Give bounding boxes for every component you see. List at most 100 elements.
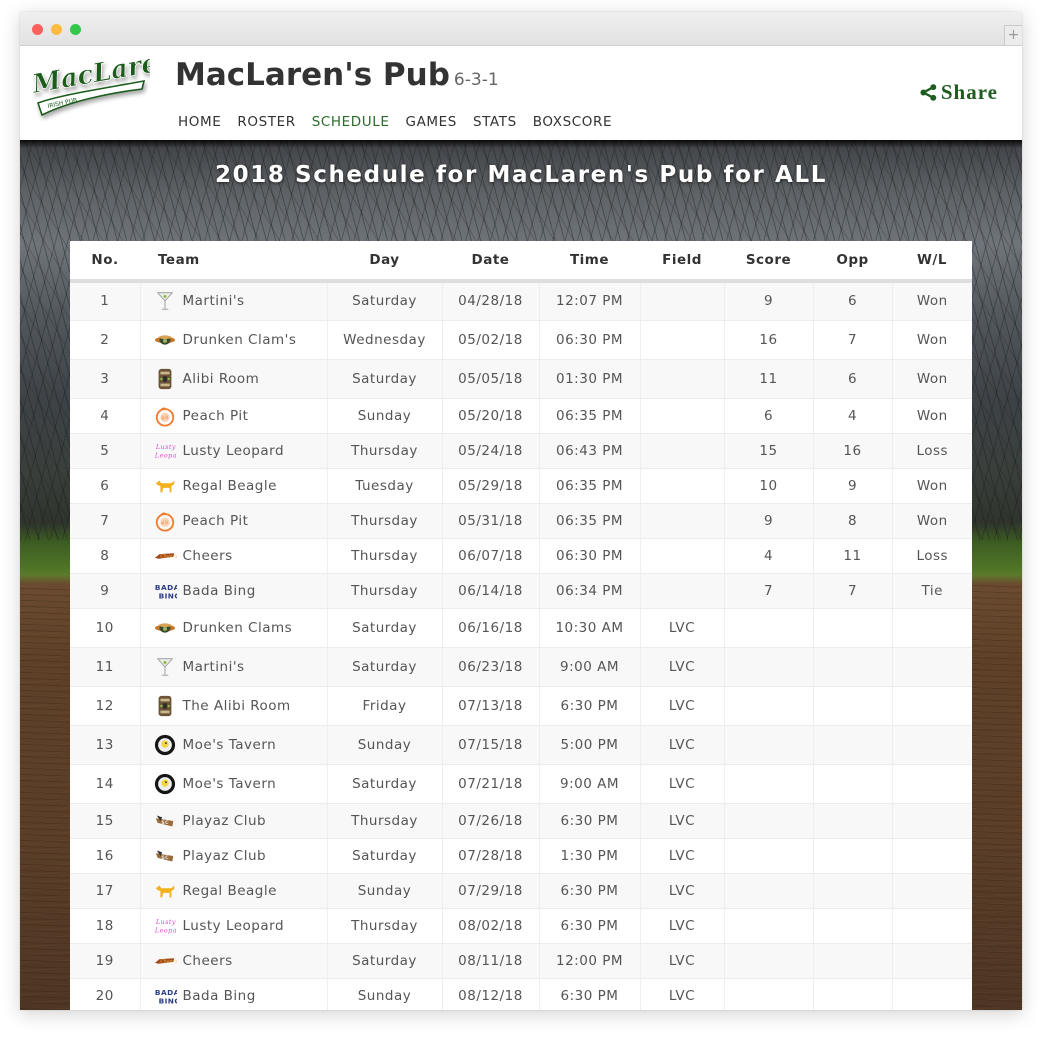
- table-row[interactable]: 13 Moe's Tavern Sunday 07/15/18 5:00 PM …: [70, 725, 972, 765]
- table-row[interactable]: 2 Drunken Clam's Wednesday 05/02/18 06:3…: [70, 320, 972, 360]
- drunken-clam-icon: [153, 617, 177, 639]
- game-day: Saturday: [327, 608, 443, 648]
- team-cell[interactable]: LustyLeopard Lusty Leopard: [140, 908, 328, 944]
- team-name[interactable]: The Alibi Room: [183, 698, 291, 714]
- game-result: Won: [892, 320, 972, 360]
- table-row[interactable]: 7 pit Peach Pit Thursday 05/31/18 06:35 …: [70, 503, 972, 539]
- team-cell[interactable]: Regal Beagle: [140, 873, 328, 909]
- team-name[interactable]: Moe's Tavern: [183, 737, 277, 753]
- table-row[interactable]: 15 SC Playaz Club Thursday 07/26/18 6:30…: [70, 803, 972, 839]
- team-name[interactable]: Cheers: [183, 953, 233, 969]
- nav-stats[interactable]: STATS: [473, 114, 517, 130]
- col-header-time[interactable]: Time: [539, 241, 640, 283]
- col-header-score[interactable]: Score: [724, 241, 813, 283]
- table-row[interactable]: 5 LustyLeopard Lusty Leopard Thursday 05…: [70, 433, 972, 469]
- team-name[interactable]: Peach Pit: [183, 513, 249, 529]
- team-name[interactable]: Martini's: [183, 293, 245, 309]
- team-cell[interactable]: BADABING Bada Bing: [140, 978, 328, 1010]
- opponent-score: [813, 838, 893, 874]
- table-row[interactable]: 18 LustyLeopard Lusty Leopard Thursday 0…: [70, 908, 972, 944]
- game-number: 5: [70, 433, 141, 469]
- table-row[interactable]: 1 Martini's Saturday 04/28/18 12:07 PM 9…: [70, 281, 972, 321]
- team-cell[interactable]: Moe's Tavern: [140, 764, 328, 804]
- game-number: 13: [70, 725, 141, 765]
- team-cell[interactable]: Martini's: [140, 281, 328, 321]
- col-header-day[interactable]: Day: [327, 241, 442, 283]
- game-date: 04/28/18: [442, 281, 540, 321]
- team-name[interactable]: Lusty Leopard: [183, 443, 285, 459]
- team-cell[interactable]: pit Peach Pit: [140, 503, 328, 539]
- team-cell[interactable]: The Alibi Room: [140, 686, 328, 726]
- team-logo[interactable]: IRISH PUB MacLaren's: [29, 41, 202, 121]
- team-cell[interactable]: Martini's: [140, 647, 328, 687]
- game-date: 05/02/18: [442, 320, 540, 360]
- nav-home[interactable]: HOME: [178, 114, 221, 130]
- alibi-room-icon: [153, 695, 177, 717]
- table-row[interactable]: 9 BADABING Bada Bing Thursday 06/14/18 0…: [70, 573, 972, 609]
- col-header-opp[interactable]: Opp: [813, 241, 892, 283]
- col-header-no[interactable]: No.: [70, 241, 140, 283]
- col-header-date[interactable]: Date: [442, 241, 539, 283]
- game-day: Sunday: [327, 398, 443, 434]
- schedule-rows: 1 Martini's Saturday 04/28/18 12:07 PM 9…: [70, 281, 972, 1010]
- team-cell[interactable]: Alibi Room: [140, 359, 328, 399]
- table-row[interactable]: 11 Martini's Saturday 06/23/18 9:00 AM L…: [70, 647, 972, 687]
- nav-boxscore[interactable]: BOXSCORE: [533, 114, 612, 130]
- team-name[interactable]: Peach Pit: [183, 408, 249, 424]
- table-row[interactable]: 6 Regal Beagle Tuesday 05/29/18 06:35 PM…: [70, 468, 972, 504]
- nav-games[interactable]: GAMES: [406, 114, 457, 130]
- team-name[interactable]: Drunken Clam's: [183, 332, 297, 348]
- share-button[interactable]: Share: [920, 80, 998, 105]
- team-cell[interactable]: Cheers Cheers: [140, 538, 328, 574]
- team-cell[interactable]: Moe's Tavern: [140, 725, 328, 765]
- minimize-window-button[interactable]: [51, 24, 62, 35]
- table-row[interactable]: 17 Regal Beagle Sunday 07/29/18 6:30 PM …: [70, 873, 972, 909]
- table-row[interactable]: 10 Drunken Clams Saturday 06/16/18 10:30…: [70, 608, 972, 648]
- game-result: Loss: [892, 433, 972, 469]
- team-cell[interactable]: SC Playaz Club: [140, 838, 328, 874]
- team-name[interactable]: Martini's: [183, 659, 245, 675]
- team-name[interactable]: Playaz Club: [183, 848, 267, 864]
- table-row[interactable]: 12 The Alibi Room Friday 07/13/18 6:30 P…: [70, 686, 972, 726]
- table-row[interactable]: 20 BADABING Bada Bing Sunday 08/12/18 6:…: [70, 978, 972, 1010]
- col-header-team[interactable]: Team: [140, 241, 327, 283]
- new-tab-button[interactable]: +: [1004, 25, 1022, 45]
- nav-schedule[interactable]: SCHEDULE: [312, 114, 390, 130]
- table-row[interactable]: 16 SC Playaz Club Saturday 07/28/18 1:30…: [70, 838, 972, 874]
- team-name[interactable]: Cheers: [183, 548, 233, 564]
- team-name[interactable]: Bada Bing: [183, 583, 256, 599]
- table-row[interactable]: 4 pit Peach Pit Sunday 05/20/18 06:35 PM…: [70, 398, 972, 434]
- main-nav: HOME ROSTER SCHEDULE GAMES STATS BOXSCOR…: [178, 114, 628, 130]
- game-number: 6: [70, 468, 141, 504]
- team-name[interactable]: Playaz Club: [183, 813, 267, 829]
- team-name[interactable]: Drunken Clams: [183, 620, 293, 636]
- team-cell[interactable]: BADABING Bada Bing: [140, 573, 328, 609]
- team-cell[interactable]: Drunken Clam's: [140, 320, 328, 360]
- table-row[interactable]: 8 Cheers Cheers Thursday 06/07/18 06:30 …: [70, 538, 972, 574]
- col-header-field[interactable]: Field: [640, 241, 724, 283]
- maximize-window-button[interactable]: [70, 24, 81, 35]
- team-score: [724, 647, 814, 687]
- team-cell[interactable]: Regal Beagle: [140, 468, 328, 504]
- martini-glass-icon: [153, 290, 177, 312]
- table-row[interactable]: 14 Moe's Tavern Saturday 07/21/18 9:00 A…: [70, 764, 972, 804]
- table-row[interactable]: 3 Alibi Room Saturday 05/05/18 01:30 PM …: [70, 359, 972, 399]
- team-cell[interactable]: SC Playaz Club: [140, 803, 328, 839]
- game-day: Thursday: [327, 573, 443, 609]
- close-window-button[interactable]: [32, 24, 43, 35]
- team-name[interactable]: Lusty Leopard: [183, 918, 285, 934]
- team-name[interactable]: Bada Bing: [183, 988, 256, 1004]
- table-row[interactable]: 19 Cheers Cheers Saturday 08/11/18 12:00…: [70, 943, 972, 979]
- team-cell[interactable]: pit Peach Pit: [140, 398, 328, 434]
- team-name[interactable]: Moe's Tavern: [183, 776, 277, 792]
- team-cell[interactable]: LustyLeopard Lusty Leopard: [140, 433, 328, 469]
- team-name[interactable]: Alibi Room: [183, 371, 260, 387]
- team-cell[interactable]: Drunken Clams: [140, 608, 328, 648]
- team-name[interactable]: Regal Beagle: [183, 883, 277, 899]
- nav-roster[interactable]: ROSTER: [237, 114, 295, 130]
- col-header-wl[interactable]: W/L: [892, 241, 972, 283]
- team-cell[interactable]: Cheers Cheers: [140, 943, 328, 979]
- game-time: 12:07 PM: [539, 281, 641, 321]
- team-name[interactable]: Regal Beagle: [183, 478, 277, 494]
- game-field: LVC: [640, 943, 725, 979]
